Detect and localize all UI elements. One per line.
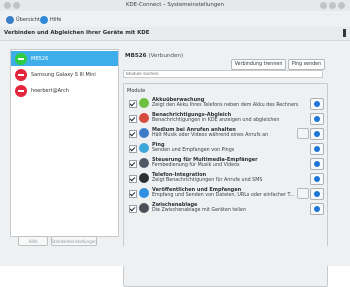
plugin-item: Medium bei Anrufen anhalten Hält Musik o… [128, 126, 324, 140]
dialog-bottom-bar [0, 246, 350, 266]
help-label: Hilfe [50, 16, 62, 23]
plugin-checkbox[interactable] [129, 130, 137, 138]
info-icon[interactable] [310, 128, 324, 140]
clipboard-icon [139, 203, 149, 213]
device-header: MB526 (Verbunden) Verbindung trennen Pin… [120, 49, 326, 70]
device-name-text: MB526 [125, 53, 147, 59]
window-controls [320, 1, 346, 10]
back-icon [6, 15, 14, 24]
plugin-checkbox[interactable] [129, 145, 137, 153]
device-item[interactable]: MB526 [11, 51, 118, 66]
plugin-checkbox[interactable] [129, 100, 137, 108]
plugin-description: Empfang und Senden von Dateien, URLs ode… [152, 193, 295, 198]
help-icon [40, 15, 48, 24]
connection-state: (Verbunden) [148, 53, 184, 59]
configure-icon[interactable] [297, 128, 309, 139]
plugin-item: Akkuüberwachung Zeigt den Akku Ihres Tel… [128, 96, 324, 110]
left-bottom-actions: Hilfe Standardeinstellungen [18, 236, 98, 246]
overview-button[interactable]: Übersicht [6, 15, 40, 24]
settings-window: KDE-Connect – Systemeinstellungen Übersi… [0, 0, 350, 287]
info-icon[interactable] [310, 158, 324, 170]
remote-control-icon [139, 158, 149, 168]
plugin-checkbox[interactable] [129, 205, 137, 213]
disconnect-button[interactable]: Verbindung trennen [231, 59, 286, 70]
help-window-icon[interactable] [320, 2, 327, 9]
disconnected-device-icon [15, 68, 27, 81]
device-name: MB526 (Verbunden) [125, 53, 183, 59]
toolbar: Übersicht Hilfe [0, 11, 350, 28]
window-title: KDE-Connect – Systemeinstellungen [125, 2, 224, 8]
plugin-checkbox[interactable] [129, 160, 137, 168]
plugin-item: Steuerung für Multimedia-Empfänger Fernb… [128, 156, 324, 170]
plugin-description: Zeigt den Akku Ihres Telefons neben dem … [152, 103, 299, 108]
help-button[interactable]: Hilfe [40, 15, 61, 24]
disconnected-device-icon [15, 84, 27, 97]
page-header: Verbinden und Abgleichen Ihrer Geräte mi… [0, 27, 350, 41]
info-icon[interactable] [310, 98, 324, 110]
connected-device-icon [15, 52, 27, 65]
plugin-item: Veröffentlichen und Empfangen Empfang un… [128, 186, 324, 200]
page-title: Verbinden und Abgleichen Ihrer Geräte mi… [4, 30, 150, 36]
overview-label: Übersicht [16, 16, 40, 23]
info-icon[interactable] [310, 188, 324, 200]
info-icon[interactable] [310, 143, 324, 155]
minimize-icon[interactable] [329, 2, 336, 9]
modules-title: Module [127, 88, 146, 94]
plugin-checkbox[interactable] [129, 190, 137, 198]
share-icon [139, 188, 149, 198]
info-icon[interactable] [310, 173, 324, 185]
device-list: MB526 Samsung Galaxy S III Mini hoerbert… [10, 49, 119, 237]
configure-icon[interactable] [297, 188, 309, 199]
device-label: hoerbert@Arch [31, 87, 69, 94]
plugin-description: Fernbedienung für Musik und Videos [152, 163, 240, 168]
plugin-description: Hält Musik oder Videos während eines Anr… [152, 133, 269, 138]
ping-icon [139, 143, 149, 153]
pause-media-icon [139, 128, 149, 138]
sidebar-toggle-icon[interactable] [343, 29, 346, 37]
plugin-checkbox[interactable] [129, 115, 137, 123]
plugin-item: Ping Senden und Empfangen von Pings [128, 141, 324, 155]
close-icon[interactable] [338, 2, 345, 9]
info-icon[interactable] [310, 113, 324, 125]
plugin-description: Die Zwischenablage mit Geräten teilen [152, 208, 246, 213]
ping-button[interactable]: Ping senden [288, 59, 325, 70]
notification-icon [139, 113, 149, 123]
phone-icon [139, 173, 149, 183]
battery-icon [139, 98, 149, 108]
info-icon[interactable] [310, 203, 324, 215]
plugin-description: Zeigt Benachrichtigungen für Anrufe und … [152, 178, 263, 183]
plugin-description: Senden und Empfangen von Pings [152, 148, 235, 153]
device-item[interactable]: Samsung Galaxy S III Mini [11, 67, 118, 82]
defaults-button[interactable]: Standardeinstellungen [51, 236, 97, 246]
plugin-item: Zwischenablage Die Zwischenablage mit Ge… [128, 201, 324, 215]
device-item[interactable]: hoerbert@Arch [11, 83, 118, 98]
device-label: MB526 [31, 55, 49, 62]
plugin-description: Benachrichtigungen in KDE anzeigen und a… [152, 118, 280, 123]
device-label: Samsung Galaxy S III Mini [31, 71, 96, 78]
plugin-item: Telefon-Integration Zeigt Benachrichtigu… [128, 171, 324, 185]
help-bottom-button[interactable]: Hilfe [18, 236, 48, 246]
device-detail-panel: MB526 (Verbunden) Verbindung trennen Pin… [120, 49, 328, 287]
module-search-input[interactable] [123, 70, 323, 78]
plugin-item: Benachrichtigungs-Abgleich Benachrichtig… [128, 111, 324, 125]
plugin-checkbox[interactable] [129, 175, 137, 183]
